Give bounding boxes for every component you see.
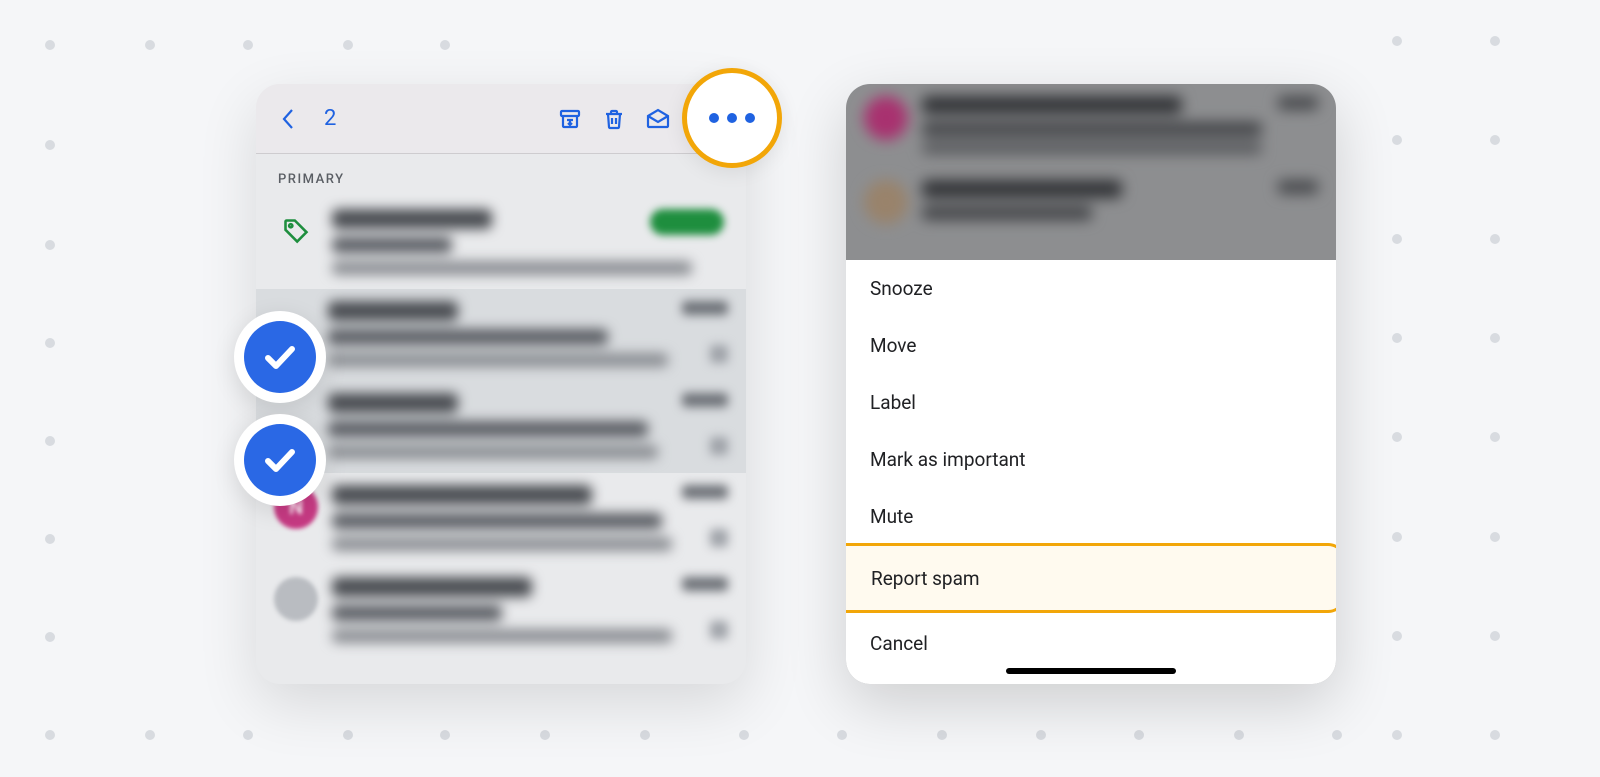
selection-check-icon — [234, 414, 326, 506]
phone-mockup-inbox: 2 PRIMARY — [256, 84, 746, 684]
tag-icon — [274, 209, 318, 253]
sheet-item-mark-important[interactable]: Mark as important — [846, 431, 1336, 488]
home-indicator — [1006, 668, 1176, 674]
selected-count: 2 — [324, 106, 336, 131]
email-row-selected[interactable] — [256, 381, 746, 473]
sheet-label: Snooze — [870, 277, 933, 300]
selection-check-icon — [234, 311, 326, 403]
email-row[interactable] — [256, 565, 746, 657]
section-header-primary: PRIMARY — [256, 154, 746, 197]
mark-read-button[interactable] — [636, 97, 680, 141]
email-row-dimmed — [846, 168, 1336, 238]
sheet-label: Cancel — [870, 632, 928, 655]
phone-mockup-actionsheet: Snooze Move Label Mark as important Mute… — [846, 84, 1336, 684]
email-row[interactable]: N — [256, 473, 746, 565]
sheet-item-report-spam[interactable]: Report spam — [846, 543, 1336, 613]
back-button[interactable] — [270, 101, 306, 137]
new-badge — [650, 209, 724, 235]
sheet-item-snooze[interactable]: Snooze — [846, 260, 1336, 317]
email-row-dimmed — [846, 84, 1336, 168]
selection-toolbar: 2 — [256, 84, 746, 154]
archive-button[interactable] — [548, 97, 592, 141]
sheet-label: Report spam — [846, 567, 980, 590]
action-sheet: Snooze Move Label Mark as important Mute… — [846, 260, 1336, 684]
sheet-item-label[interactable]: Label — [846, 374, 1336, 431]
category-row-promotions[interactable] — [256, 197, 746, 289]
sheet-item-cancel[interactable]: Cancel — [846, 615, 1336, 672]
avatar[interactable] — [274, 577, 318, 621]
sheet-label: Mark as important — [870, 448, 1026, 471]
delete-button[interactable] — [592, 97, 636, 141]
email-row-selected[interactable] — [256, 289, 746, 381]
sheet-item-mute[interactable]: Mute — [846, 488, 1336, 545]
sheet-label: Label — [870, 391, 916, 414]
sheet-label: Move — [870, 334, 916, 357]
more-options-icon — [709, 113, 755, 123]
sheet-item-move[interactable]: Move — [846, 317, 1336, 374]
more-options-button[interactable] — [682, 68, 782, 168]
sheet-label: Mute — [870, 505, 913, 528]
